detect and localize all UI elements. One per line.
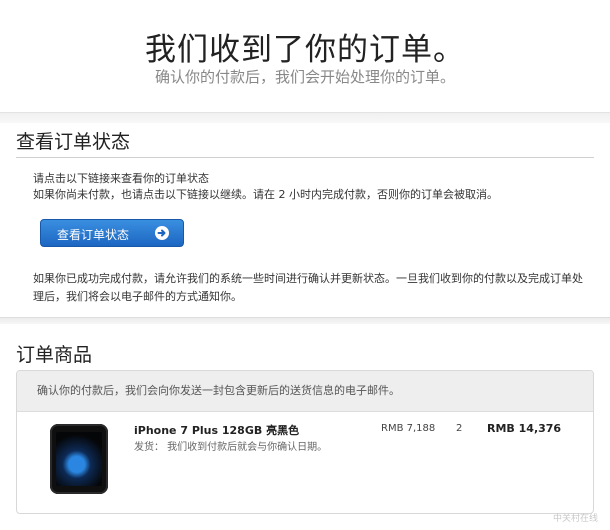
order-items-box: 确认你的付款后，我们会向你发送一封包含更新后的送货信息的电子邮件。 iPhone… (16, 370, 594, 514)
status-section-title: 查看订单状态 (16, 131, 131, 153)
page-title: 我们收到了你的订单。 (145, 32, 465, 68)
section-divider (0, 113, 610, 123)
confirmation-header: 我们收到了你的订单。 确认你的付款后，我们会开始处理你的订单。 (0, 0, 610, 113)
status-section-rule (16, 157, 594, 158)
payment-instruction: 如果你尚未付款，也请点击以下链接以继续。请在 2 小时内完成付款，否则你的订单会… (33, 188, 498, 201)
watermark: 中关村在线 (552, 514, 598, 524)
unit-price: RMB 7,188 (381, 423, 436, 434)
section-divider (0, 317, 610, 324)
product-name: iPhone 7 Plus 128GB 亮黑色 (134, 424, 300, 437)
view-order-status-button[interactable]: 查看订单状态 (40, 219, 184, 247)
apple-logo-icon (56, 432, 102, 486)
product-shipping: 发货： 我们收到付款后就会与你确认日期。 (134, 442, 328, 453)
line-total: RMB 14,376 (487, 422, 562, 435)
payment-confirmation-note: 如果你已成功完成付款，请允许我们的系统一些时间进行确认并更新状态。一旦我们收到你… (33, 272, 583, 303)
arrow-right-circle-icon (155, 226, 169, 240)
shipping-notice: 确认你的付款后，我们会向你发送一封包含更新后的送货信息的电子邮件。 (17, 371, 593, 412)
product-image (50, 424, 108, 494)
page-subtitle: 确认你的付款后，我们会开始处理你的订单。 (154, 68, 455, 86)
quantity: 2 (456, 423, 463, 434)
view-order-status-label: 查看订单状态 (57, 228, 130, 242)
items-section-title: 订单商品 (16, 344, 93, 366)
